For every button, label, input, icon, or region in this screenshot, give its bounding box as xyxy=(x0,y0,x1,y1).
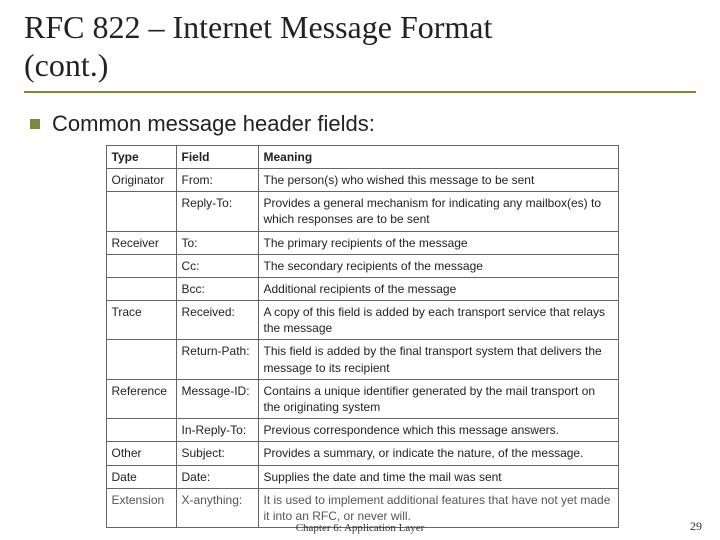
cell-field: Cc: xyxy=(176,254,258,277)
cell-type: Originator xyxy=(106,168,176,191)
cell-type xyxy=(106,192,176,231)
footer-text: Chapter 6: Application Layer xyxy=(296,522,425,534)
table-row: Reply-To: Provides a general mechanism f… xyxy=(106,192,618,231)
cell-field: Bcc: xyxy=(176,277,258,300)
header-fields-table: Type Field Meaning Originator From: The … xyxy=(106,145,619,528)
cell-meaning: Previous correspondence which this messa… xyxy=(258,419,618,442)
bullet-text: Common message header fields: xyxy=(52,111,375,137)
table-row: Reference Message-ID: Contains a unique … xyxy=(106,379,618,418)
title-line-1: RFC 822 – Internet Message Format xyxy=(24,9,492,45)
slide-body: Common message header fields: Type Field… xyxy=(24,111,696,528)
cell-meaning: This field is added by the final transpo… xyxy=(258,340,618,379)
bullet-item: Common message header fields: xyxy=(30,111,696,137)
cell-type: Trace xyxy=(106,301,176,340)
cell-meaning: The secondary recipients of the message xyxy=(258,254,618,277)
cell-field: Subject: xyxy=(176,442,258,465)
table-row: Bcc: Additional recipients of the messag… xyxy=(106,277,618,300)
col-header-type: Type xyxy=(106,145,176,168)
table-wrap: Type Field Meaning Originator From: The … xyxy=(28,145,696,528)
cell-type: Other xyxy=(106,442,176,465)
cell-meaning: Provides a summary, or indicate the natu… xyxy=(258,442,618,465)
cell-field: Return-Path: xyxy=(176,340,258,379)
cell-meaning: The person(s) who wished this message to… xyxy=(258,168,618,191)
cell-meaning: The primary recipients of the message xyxy=(258,231,618,254)
table-row: Receiver To: The primary recipients of t… xyxy=(106,231,618,254)
table-row: Return-Path: This field is added by the … xyxy=(106,340,618,379)
cell-meaning: A copy of this field is added by each tr… xyxy=(258,301,618,340)
col-header-field: Field xyxy=(176,145,258,168)
table-row: In-Reply-To: Previous correspondence whi… xyxy=(106,419,618,442)
footer: Chapter 6: Application Layer xyxy=(0,522,720,534)
cell-field: From: xyxy=(176,168,258,191)
cell-type: Date xyxy=(106,465,176,488)
table-row: Date Date: Supplies the date and time th… xyxy=(106,465,618,488)
page-number: 29 xyxy=(690,519,702,534)
cell-type xyxy=(106,254,176,277)
cell-type xyxy=(106,340,176,379)
cell-meaning: Supplies the date and time the mail was … xyxy=(258,465,618,488)
cell-field: Date: xyxy=(176,465,258,488)
cell-field: To: xyxy=(176,231,258,254)
cell-type xyxy=(106,277,176,300)
table-body: Originator From: The person(s) who wishe… xyxy=(106,168,618,527)
table-row: Other Subject: Provides a summary, or in… xyxy=(106,442,618,465)
bullet-square-icon xyxy=(30,119,40,129)
table-row: Trace Received: A copy of this field is … xyxy=(106,301,618,340)
cell-field: Received: xyxy=(176,301,258,340)
cell-meaning: Contains a unique identifier generated b… xyxy=(258,379,618,418)
slide-title: RFC 822 – Internet Message Format (cont.… xyxy=(24,8,696,85)
slide-container: RFC 822 – Internet Message Format (cont.… xyxy=(0,0,720,540)
cell-meaning: Additional recipients of the message xyxy=(258,277,618,300)
title-line-2: (cont.) xyxy=(24,47,108,83)
table-row: Cc: The secondary recipients of the mess… xyxy=(106,254,618,277)
cell-type: Receiver xyxy=(106,231,176,254)
cell-type: Reference xyxy=(106,379,176,418)
cell-meaning: Provides a general mechanism for indicat… xyxy=(258,192,618,231)
title-block: RFC 822 – Internet Message Format (cont.… xyxy=(24,8,696,93)
table-row: Originator From: The person(s) who wishe… xyxy=(106,168,618,191)
cell-field: Reply-To: xyxy=(176,192,258,231)
col-header-meaning: Meaning xyxy=(258,145,618,168)
table-header-row: Type Field Meaning xyxy=(106,145,618,168)
cell-field: In-Reply-To: xyxy=(176,419,258,442)
cell-field: Message-ID: xyxy=(176,379,258,418)
cell-type xyxy=(106,419,176,442)
